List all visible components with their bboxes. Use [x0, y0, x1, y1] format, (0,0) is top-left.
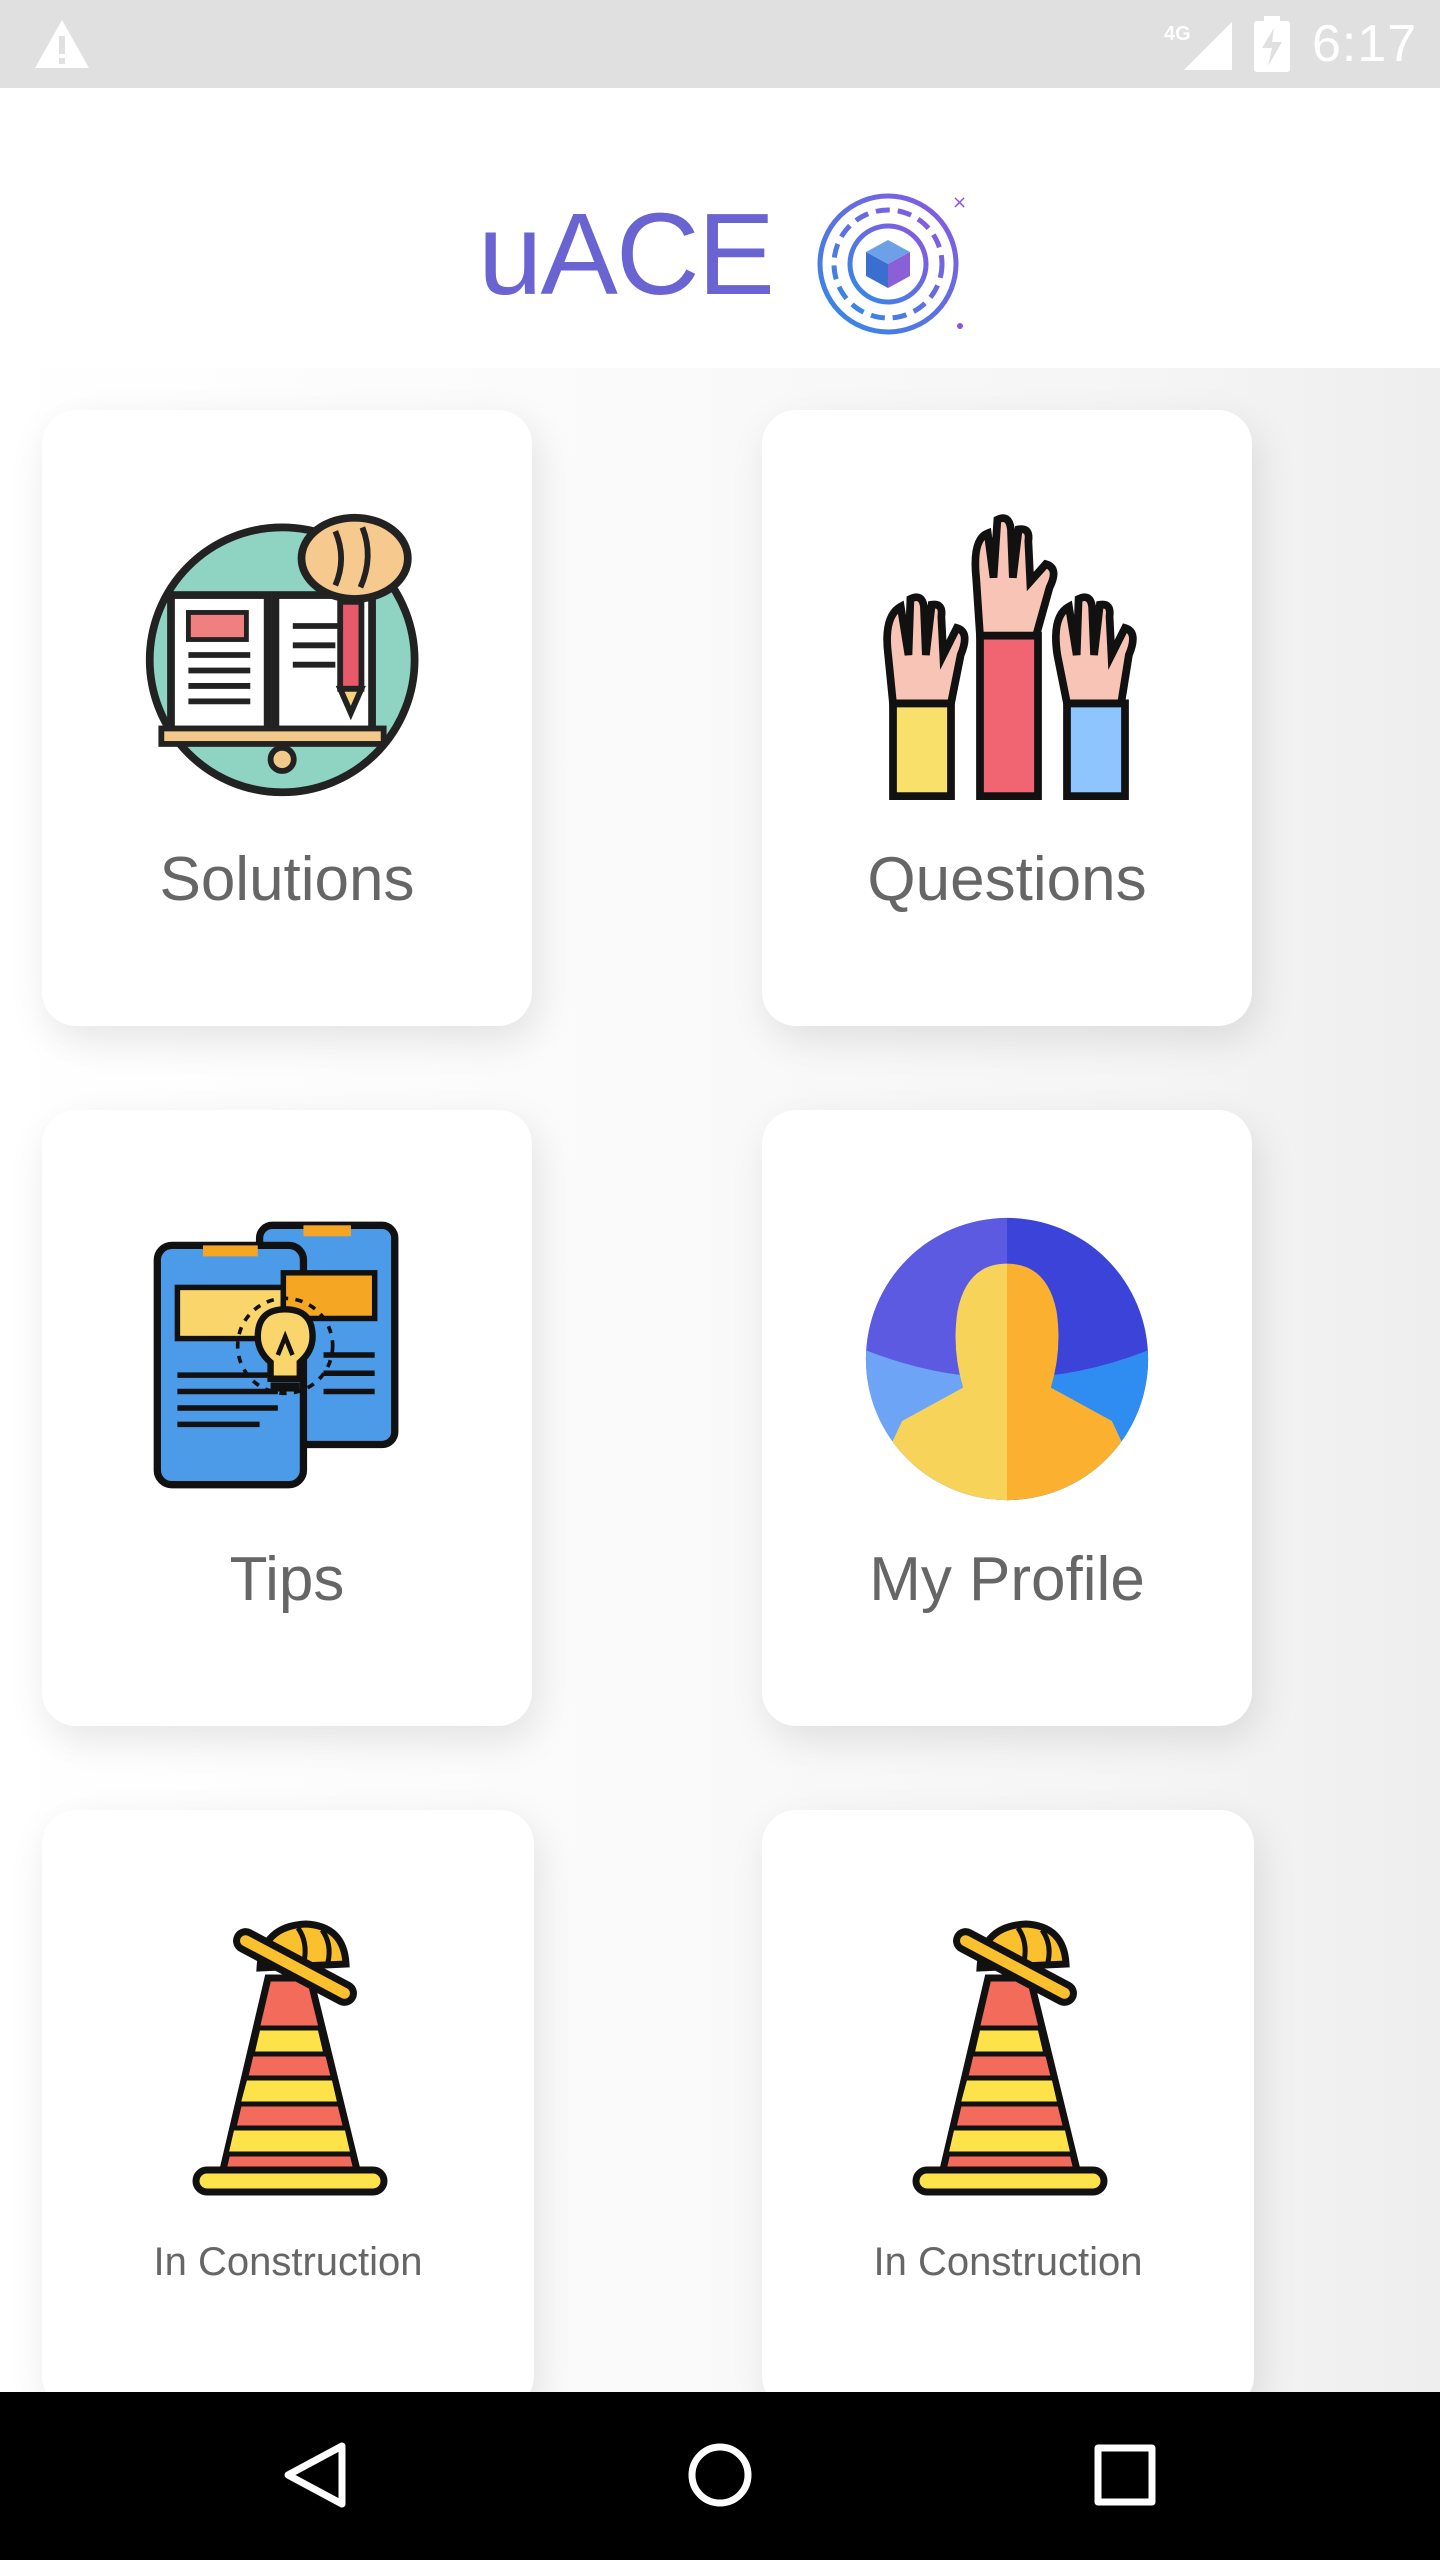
svg-text:×: × [952, 192, 967, 213]
questions-label: Questions [867, 845, 1147, 914]
home-icon[interactable] [685, 2440, 755, 2510]
warning-icon [35, 20, 89, 68]
in-construction-label-2: In Construction [873, 2240, 1143, 2284]
questions-card[interactable]: Questions [762, 410, 1252, 1026]
in-construction-label-1: In Construction [153, 2240, 423, 2284]
raised-hands-icon [883, 514, 1137, 800]
in-construction-card-2[interactable]: In Construction [762, 1810, 1254, 2410]
network-type: 4G [1164, 23, 1191, 45]
back-icon[interactable] [280, 2440, 350, 2510]
recents-icon[interactable] [1090, 2440, 1160, 2510]
user-avatar-icon [865, 1217, 1149, 1501]
tips-label: Tips [229, 1545, 345, 1614]
solutions-label: Solutions [159, 845, 415, 914]
solutions-card[interactable]: Solutions [42, 410, 532, 1026]
my-profile-label: My Profile [869, 1545, 1145, 1614]
menu-grid: Solutions Questions Tips My Profile In C… [0, 368, 1440, 2410]
clock: 6:17 [1312, 15, 1418, 73]
signal-icon: 4G [1164, 22, 1232, 70]
status-bar: 4G 6:17 [0, 0, 1440, 88]
phone-lightbulb-icon [153, 1221, 399, 1489]
navigation-bar [0, 2392, 1440, 2560]
traffic-cone-icon [912, 1920, 1108, 2196]
book-brain-icon [145, 513, 419, 797]
traffic-cone-icon [192, 1920, 388, 2196]
battery-charging-icon [1254, 16, 1290, 72]
tips-card[interactable]: Tips [42, 1110, 532, 1726]
target-cube-icon: × [812, 188, 967, 340]
my-profile-card[interactable]: My Profile [762, 1110, 1252, 1726]
app-logo-text: uACE [478, 189, 775, 319]
in-construction-card-1[interactable]: In Construction [42, 1810, 534, 2410]
